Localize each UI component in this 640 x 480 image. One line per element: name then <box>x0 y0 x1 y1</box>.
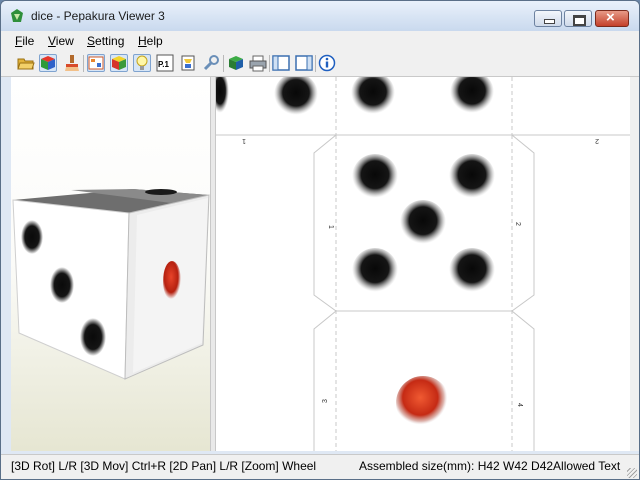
menu-file[interactable]: File <box>15 34 34 48</box>
menu-bar: File View Setting Help <box>1 31 639 51</box>
light-bulb-button[interactable] <box>133 54 151 72</box>
window-title: dice - Pepakura Viewer 3 <box>31 9 165 23</box>
menu-setting[interactable]: Setting <box>87 34 124 48</box>
edge-label: 1 <box>327 225 334 229</box>
dice-pip <box>400 200 446 246</box>
dice-pip <box>216 77 229 115</box>
open-folder-icon[interactable] <box>17 54 35 72</box>
dice-pip <box>450 77 494 115</box>
resize-grip[interactable] <box>627 468 637 478</box>
maximize-icon <box>573 15 586 26</box>
color-cube-icon <box>112 56 126 70</box>
minimize-icon <box>544 19 555 24</box>
assembly-icon[interactable] <box>227 54 245 72</box>
dice-pip <box>352 154 398 200</box>
3d-view-pane[interactable] <box>11 77 210 451</box>
dice-pip <box>80 318 106 356</box>
dice-pip-red <box>163 261 181 301</box>
3d-cube-icon <box>41 56 55 70</box>
split-pane-icon[interactable] <box>295 54 313 72</box>
page-number-button[interactable]: P.1 <box>156 54 174 72</box>
app-window: dice - Pepakura Viewer 3 × File View Set… <box>0 0 640 480</box>
pepakura-app-icon <box>11 9 23 22</box>
menu-help[interactable]: Help <box>138 34 163 48</box>
dice-pip <box>449 248 495 294</box>
page-number-icon: P.1 <box>156 54 174 72</box>
edge-label: 2 <box>595 137 599 144</box>
color-cube-button[interactable] <box>110 54 128 72</box>
toolbar-separator <box>223 55 224 72</box>
print-icon[interactable] <box>249 54 267 72</box>
dice-pip <box>351 77 395 116</box>
dice-pip <box>449 154 495 200</box>
edge-label: 2 <box>514 222 521 226</box>
light-bulb-icon <box>136 55 148 70</box>
status-assembled-size: Assembled size(mm): H42 W42 D42Allowed T… <box>359 459 621 473</box>
brush-icon[interactable] <box>63 54 81 72</box>
flap-icon[interactable] <box>179 54 197 72</box>
svg-text:P.1: P.1 <box>158 60 170 69</box>
edge-label: 4 <box>516 403 523 407</box>
single-pane-icon[interactable] <box>272 54 290 72</box>
2d-pattern-pane[interactable]: 1 2 1 2 3 4 <box>216 77 630 451</box>
maximize-button[interactable] <box>564 10 592 27</box>
close-button[interactable]: × <box>595 9 629 27</box>
menu-view[interactable]: View <box>48 34 74 48</box>
status-controls-hint: [3D Rot] L/R [3D Mov] Ctrl+R [2D Pan] L/… <box>11 459 317 473</box>
2d-unfolded-pattern[interactable]: 1 2 1 2 3 4 <box>216 77 630 451</box>
dice-pip <box>274 77 318 117</box>
vertical-scrollbar[interactable] <box>630 77 639 451</box>
dice-pip <box>50 267 74 303</box>
toolbar-separator <box>269 55 270 72</box>
3d-cube-button[interactable] <box>39 54 57 72</box>
dice-pip-red <box>396 376 450 430</box>
dice-pip <box>21 220 43 254</box>
toolbar: P.1 <box>1 51 639 77</box>
wrench-icon[interactable] <box>202 54 220 72</box>
3d-dice-model[interactable] <box>11 77 210 451</box>
minimize-button[interactable] <box>534 10 562 27</box>
title-bar: dice - Pepakura Viewer 3 × <box>1 1 639 31</box>
info-icon[interactable] <box>318 54 336 72</box>
dice-pip <box>352 248 398 294</box>
toolbar-separator <box>315 55 316 72</box>
edge-label: 1 <box>242 137 246 144</box>
unfold-button[interactable] <box>87 54 105 72</box>
edge-label: 3 <box>322 399 329 403</box>
close-icon: × <box>606 9 615 26</box>
status-bar: [3D Rot] L/R [3D Mov] Ctrl+R [2D Pan] L/… <box>1 454 639 479</box>
unfold-icon <box>88 56 104 70</box>
toolbar-separator <box>83 55 84 72</box>
